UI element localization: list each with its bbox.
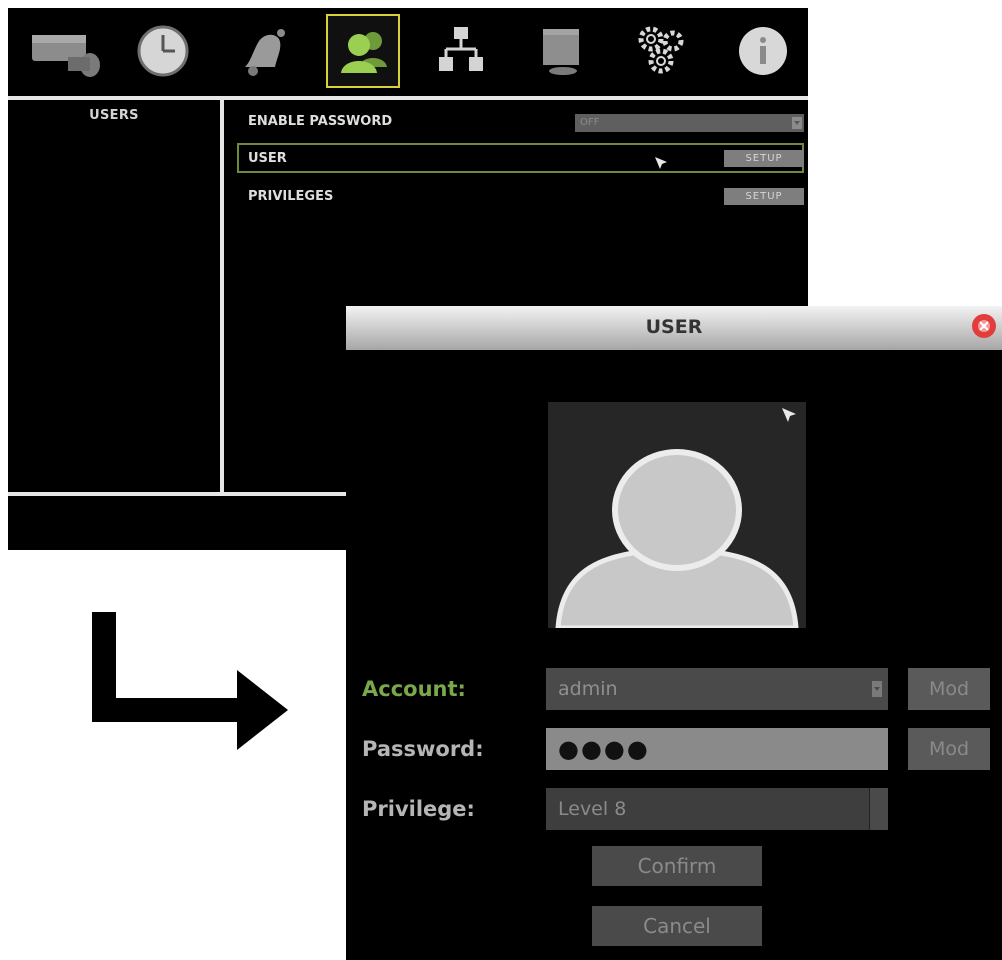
user-setup-button[interactable]: SETUP xyxy=(724,150,804,167)
chevron-down-icon xyxy=(792,117,802,129)
user-dialog: USER Account: admin Mod Password: ●●●● M… xyxy=(346,306,1002,960)
info-icon[interactable] xyxy=(726,14,800,88)
monitor-icon[interactable] xyxy=(526,14,600,88)
mouse-cursor-icon xyxy=(782,408,796,422)
chevron-down-icon xyxy=(872,681,882,697)
privilege-value: Level 8 xyxy=(558,798,627,820)
clock-icon[interactable] xyxy=(126,14,200,88)
account-value: admin xyxy=(558,678,618,700)
left-panel-heading: USERS xyxy=(89,108,139,123)
privilege-label: Privilege: xyxy=(362,797,475,821)
dialog-titlebar[interactable]: USER xyxy=(346,306,1002,350)
dialog-title: USER xyxy=(645,316,703,338)
user-label: USER xyxy=(248,151,287,166)
avatar xyxy=(548,402,806,628)
close-icon[interactable] xyxy=(970,312,998,340)
privilege-select-handle xyxy=(869,788,888,830)
password-mod-button[interactable]: Mod xyxy=(908,728,990,770)
bell-icon[interactable] xyxy=(224,14,298,88)
flow-arrow-icon xyxy=(92,612,288,750)
gears-icon[interactable] xyxy=(624,14,698,88)
users-icon[interactable] xyxy=(326,14,400,88)
confirm-button[interactable]: Confirm xyxy=(592,846,762,886)
privileges-setup-button[interactable]: SETUP xyxy=(724,188,804,205)
user-row-highlight[interactable] xyxy=(237,143,804,173)
main-toolbar xyxy=(8,8,808,92)
privileges-label: PRIVILEGES xyxy=(248,189,334,204)
enable-password-select[interactable]: OFF xyxy=(575,114,804,132)
account-label: Account: xyxy=(362,677,466,701)
enable-password-label: ENABLE PASSWORD xyxy=(248,114,393,129)
camera-icon[interactable] xyxy=(28,14,102,88)
account-mod-button[interactable]: Mod xyxy=(908,668,990,710)
divider-top xyxy=(8,96,808,100)
enable-password-value: OFF xyxy=(580,117,600,128)
cancel-button[interactable]: Cancel xyxy=(592,906,762,946)
password-field[interactable]: ●●●● xyxy=(546,728,888,770)
password-label: Password: xyxy=(362,737,484,761)
network-icon[interactable] xyxy=(424,14,498,88)
account-select[interactable]: admin xyxy=(546,668,888,710)
mouse-cursor-icon xyxy=(655,157,667,169)
divider-vertical xyxy=(220,98,224,494)
privilege-select[interactable]: Level 8 xyxy=(546,788,888,830)
